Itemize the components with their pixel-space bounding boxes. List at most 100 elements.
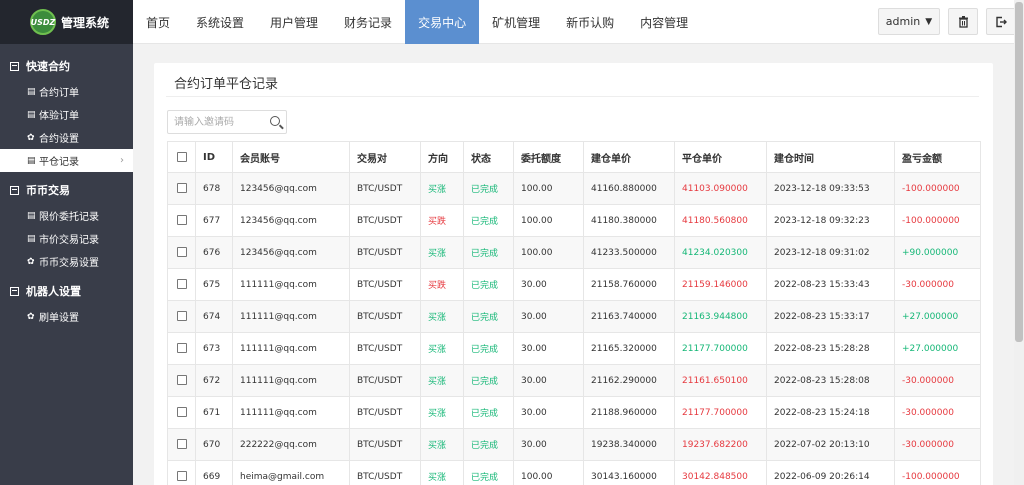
cell-close-price: 21163.944800 [674,300,767,333]
sidebar-group-1[interactable]: 币币交易 [0,176,133,204]
sidebar-item-label: 平仓记录 [39,157,79,168]
cell-pair: BTC/USDT [349,300,421,333]
cell-open-price: 21162.290000 [583,364,675,397]
nav-tab-5[interactable]: 矿机管理 [479,0,553,44]
row-checkbox[interactable] [177,471,187,482]
row-checkbox-cell[interactable] [167,396,196,429]
cell-pnl: -30.000000 [894,364,981,397]
cell-direction: 买涨 [420,332,464,365]
cell-amount: 30.00 [513,332,584,365]
cell-time: 2022-07-02 20:13:10 [766,428,895,461]
sidebar-group-0[interactable]: 快速合约 [0,52,133,80]
row-checkbox[interactable] [177,215,187,226]
title-divider [166,96,979,97]
sidebar-item-0-3[interactable]: ▤ 平仓记录 › [0,149,133,172]
cell-open-price: 30143.160000 [583,460,675,485]
sidebar-item-0-1[interactable]: ▤ 体验订单 [0,103,133,126]
row-checkbox[interactable] [177,183,187,194]
row-checkbox-cell[interactable] [167,204,196,237]
sidebar-item-1-0[interactable]: ▤ 限价委托记录 [0,204,133,227]
cell-pnl: -30.000000 [894,428,981,461]
nav-tab-4[interactable]: 交易中心 [405,0,480,44]
cell-open-price: 21158.760000 [583,268,675,301]
cell-id: 671 [195,396,233,429]
select-all-checkbox[interactable] [177,151,187,162]
nav-tab-1[interactable]: 系统设置 [183,0,257,44]
column-header-1: 会员账号 [232,141,350,173]
row-checkbox-cell[interactable] [167,268,196,301]
row-checkbox-cell[interactable] [167,236,196,269]
cell-open-price: 41160.880000 [583,172,675,205]
nav-tab-2[interactable]: 用户管理 [257,0,331,44]
sidebar-item-2-0[interactable]: ✿ 刷单设置 [0,305,133,328]
cell-time: 2022-08-23 15:24:18 [766,396,895,429]
table-row: 670 222222@qq.com BTC/USDT 买涨 已完成 30.00 19238.… [167,428,981,461]
logout-button[interactable] [986,8,1016,35]
cell-direction: 买涨 [420,364,464,397]
row-checkbox-cell[interactable] [167,300,196,333]
table-icon: ▤ [27,233,36,244]
sidebar-group-2[interactable]: 机器人设置 [0,277,133,305]
brand[interactable]: USDZ 管理系统 [0,0,133,44]
nav-tab-0[interactable]: 首页 [133,0,183,44]
cell-amount: 100.00 [513,460,584,485]
cell-time: 2022-06-09 20:26:14 [766,460,895,485]
cell-status: 已完成 [463,204,514,237]
sidebar-item-label: 合约设置 [39,134,79,145]
table-row: 671 111111@qq.com BTC/USDT 买涨 已完成 30.00 21188.… [167,396,981,429]
chevron-right-icon: › [120,155,124,166]
cell-account: 123456@qq.com [232,204,350,237]
row-checkbox-cell[interactable] [167,428,196,461]
logo-icon: USDZ [30,9,56,35]
cell-direction: 买涨 [420,460,464,485]
table-row: 669 heima@gmail.com BTC/USDT 买涨 已完成 100.00 301… [167,460,981,485]
table-icon: ▤ [27,86,36,97]
row-checkbox-cell[interactable] [167,460,196,485]
cell-status: 已完成 [463,396,514,429]
clear-cache-button[interactable] [948,8,978,35]
column-header-3: 方向 [420,141,464,173]
row-checkbox-cell[interactable] [167,332,196,365]
row-checkbox[interactable] [177,311,187,322]
column-header-6: 建仓单价 [583,141,675,173]
row-checkbox-cell[interactable] [167,364,196,397]
sidebar-group-label: 机器人设置 [26,285,81,298]
search-input[interactable] [168,112,264,132]
user-menu-button[interactable]: admin ▼ [878,8,940,35]
scrollbar-thumb[interactable] [1015,2,1023,342]
cell-open-price: 21165.320000 [583,332,675,365]
cell-pnl: -30.000000 [894,396,981,429]
nav-tab-3[interactable]: 财务记录 [331,0,405,44]
cell-amount: 100.00 [513,236,584,269]
cell-pair: BTC/USDT [349,396,421,429]
nav-tab-6[interactable]: 新币认购 [553,0,627,44]
collapse-icon [10,185,19,195]
page-scrollbar[interactable] [1014,0,1024,485]
table-icon: ▤ [27,210,36,221]
sidebar-item-0-0[interactable]: ▤ 合约订单 [0,80,133,103]
sidebar-item-1-1[interactable]: ▤ 市价交易记录 [0,227,133,250]
cell-direction: 买跌 [420,268,464,301]
row-checkbox[interactable] [177,247,187,258]
cell-open-price: 21188.960000 [583,396,675,429]
row-checkbox[interactable] [177,343,187,354]
cell-account: 222222@qq.com [232,428,350,461]
cell-pnl: -100.000000 [894,460,981,485]
cell-pair: BTC/USDT [349,236,421,269]
gear-icon: ✿ [27,132,35,143]
column-header-5: 委托额度 [513,141,584,173]
nav-tab-7[interactable]: 内容管理 [627,0,701,44]
row-checkbox[interactable] [177,375,187,386]
search-box [167,110,287,134]
cell-account: 123456@qq.com [232,172,350,205]
cell-pnl: +90.000000 [894,236,981,269]
sidebar-item-0-2[interactable]: ✿ 合约设置 [0,126,133,149]
sidebar-item-1-2[interactable]: ✿ 币币交易设置 [0,250,133,273]
row-checkbox[interactable] [177,439,187,450]
cell-account: 111111@qq.com [232,300,350,333]
search-icon[interactable] [270,116,280,126]
row-checkbox[interactable] [177,279,187,290]
row-checkbox[interactable] [177,407,187,418]
row-checkbox-cell[interactable] [167,172,196,205]
select-all-checkbox-cell[interactable] [167,141,196,173]
